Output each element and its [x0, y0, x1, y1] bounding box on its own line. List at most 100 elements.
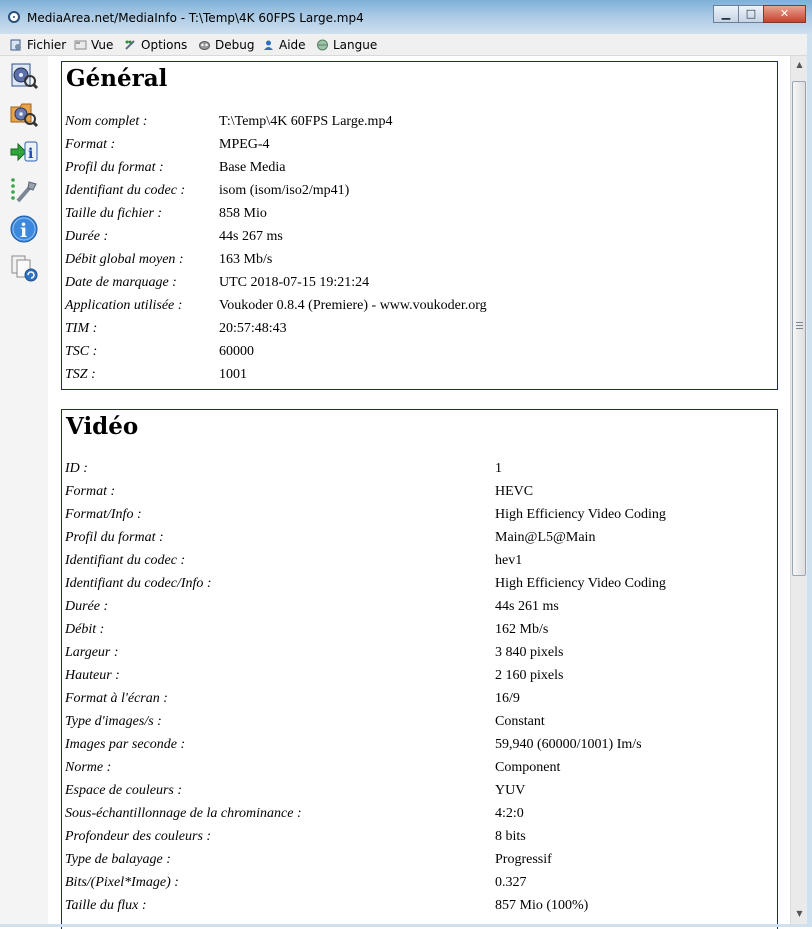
- scroll-down-arrow-icon[interactable]: ▼: [791, 905, 808, 922]
- video-row-label: Sous-échantillonnage de la chrominance :: [65, 806, 302, 821]
- minimize-icon: ▁: [721, 7, 731, 20]
- menu-langue-label: Langue: [333, 37, 378, 52]
- update-icon[interactable]: [9, 253, 39, 283]
- general-row-label: Durée :: [65, 229, 109, 244]
- menu-langue[interactable]: Langue: [316, 36, 377, 53]
- video-row-value: 59,940 (60000/1001) Im/s: [495, 737, 642, 752]
- general-row-value: Voukoder 0.8.4 (Premiere) - www.voukoder…: [219, 298, 487, 313]
- menu-debug-label: Debug: [215, 37, 255, 52]
- menu-fichier[interactable]: Fichier: [10, 36, 66, 53]
- video-row-value: 0.327: [495, 875, 527, 890]
- general-section: Général Nom complet : T:\Temp\4K 60FPS La…: [61, 61, 778, 390]
- video-row-value: 4:2:0: [495, 806, 524, 821]
- export-icon[interactable]: i: [9, 137, 39, 167]
- video-row-label: Format :: [65, 484, 116, 499]
- general-row-value: MPEG-4: [219, 137, 270, 152]
- general-row-label: Date de marquage :: [65, 275, 177, 290]
- maximize-button[interactable]: □: [738, 5, 764, 23]
- scrollbar-thumb[interactable]: [792, 81, 806, 576]
- video-row-label: Espace de couleurs :: [65, 783, 183, 798]
- video-row-value: Progressif: [495, 852, 552, 867]
- general-row-label: TIM :: [65, 321, 98, 336]
- general-row-label: TSC :: [65, 344, 98, 359]
- scroll-up-arrow-icon[interactable]: ▲: [791, 56, 808, 73]
- video-row-label: Débit :: [65, 622, 105, 637]
- video-section: Vidéo ID : 1 Format : HEVC Format/Info : High…: [61, 409, 778, 929]
- video-row-value: 857 Mio (100%): [495, 898, 589, 913]
- menu-vue[interactable]: Vue: [74, 36, 113, 53]
- video-row-label: Format/Info :: [65, 507, 142, 522]
- about-icon[interactable]: i: [9, 214, 39, 244]
- video-row-label: Identifiant du codec/Info :: [65, 576, 212, 591]
- video-row-label: Images par seconde :: [65, 737, 186, 752]
- video-row-value: HEVC: [495, 484, 534, 499]
- general-row-label: Débit global moyen :: [65, 252, 184, 267]
- close-button[interactable]: ✕: [763, 5, 806, 23]
- open-folder-icon[interactable]: [9, 98, 39, 128]
- video-row-value: hev1: [495, 553, 523, 568]
- window-title: MediaArea.net/MediaInfo - T:\Temp\4K 60F…: [27, 11, 364, 25]
- video-row-label: Format à l'écran :: [65, 691, 168, 706]
- info-panel: Général Nom complet : T:\Temp\4K 60FPS La…: [53, 56, 790, 929]
- video-row-label: Bits/(Pixel*Image) :: [65, 875, 179, 890]
- video-row-value: 1: [495, 461, 502, 476]
- debug-icon: [199, 40, 210, 50]
- video-row-label: Durée :: [65, 599, 109, 614]
- video-row-value: 8 bits: [495, 829, 526, 844]
- close-icon: ✕: [779, 7, 790, 20]
- minimize-button[interactable]: ▁: [713, 5, 739, 23]
- general-row-value: Base Media: [219, 160, 286, 175]
- general-row-value: UTC 2018-07-15 19:21:24: [219, 275, 370, 290]
- video-row-value: 162 Mb/s: [495, 622, 549, 637]
- general-row-value: 60000: [219, 344, 254, 359]
- video-row-value: 3 840 pixels: [495, 645, 564, 660]
- video-row-value: Component: [495, 760, 561, 775]
- video-row-label: Type d'images/s :: [65, 714, 162, 729]
- menu-fichier-label: Fichier: [27, 37, 67, 52]
- general-row-label: Taille du fichier :: [65, 206, 163, 221]
- video-row-label: Largeur :: [65, 645, 119, 660]
- menu-debug[interactable]: Debug: [198, 36, 254, 53]
- video-row-value: 2 160 pixels: [495, 668, 564, 683]
- scrollbar-grip-icon: [796, 322, 803, 330]
- video-row-value: YUV: [495, 783, 526, 798]
- options-icon: [125, 39, 135, 50]
- mediainfo-app-icon[interactable]: [8, 11, 20, 23]
- general-row-label: Application utilisée :: [65, 298, 183, 313]
- svg-text:i: i: [20, 220, 27, 242]
- help-icon: [264, 40, 273, 50]
- video-row-label: Profondeur des couleurs :: [65, 829, 212, 844]
- left-toolbar: i i: [0, 56, 48, 927]
- menu-bar: Fichier Vue Options Debug Aide Langue: [0, 34, 812, 56]
- preferences-icon[interactable]: [9, 176, 39, 206]
- menu-aide[interactable]: Aide: [262, 36, 306, 53]
- video-row-label: Profil du format :: [65, 530, 164, 545]
- video-row-label: Norme :: [65, 760, 112, 775]
- video-row-value: 16/9: [495, 691, 520, 706]
- vertical-scrollbar[interactable]: ▲ ▼: [790, 56, 808, 924]
- video-row-label: ID :: [65, 461, 88, 476]
- video-row-value: High Efficiency Video Coding: [495, 507, 666, 522]
- menu-vue-label: Vue: [91, 37, 114, 52]
- video-row-value: Main@L5@Main: [495, 530, 596, 545]
- general-row-label: TSZ :: [65, 367, 96, 382]
- window-frame-right: [807, 34, 812, 927]
- video-row-label: Identifiant du codec :: [65, 553, 186, 568]
- file-icon: [10, 39, 21, 50]
- window-controls: ▁ □ ✕: [713, 5, 806, 23]
- general-row-value: T:\Temp\4K 60FPS Large.mp4: [219, 114, 393, 129]
- view-icon: [74, 40, 87, 49]
- open-file-icon[interactable]: [9, 60, 39, 90]
- video-row-value: Constant: [495, 714, 545, 729]
- general-row-value: 20:57:48:43: [219, 321, 287, 336]
- video-section-title: Vidéo: [66, 413, 139, 440]
- video-row-label: Hauteur :: [65, 668, 120, 683]
- menu-options-label: Options: [141, 37, 188, 52]
- video-row-label: Type de balayage :: [65, 852, 171, 867]
- menu-aide-label: Aide: [279, 37, 306, 52]
- general-row-value: 1001: [219, 367, 247, 382]
- general-section-title: Général: [66, 65, 168, 92]
- menu-options[interactable]: Options: [124, 36, 187, 53]
- general-row-label: Identifiant du codec :: [65, 183, 186, 198]
- video-row-value: 44s 261 ms: [495, 599, 559, 614]
